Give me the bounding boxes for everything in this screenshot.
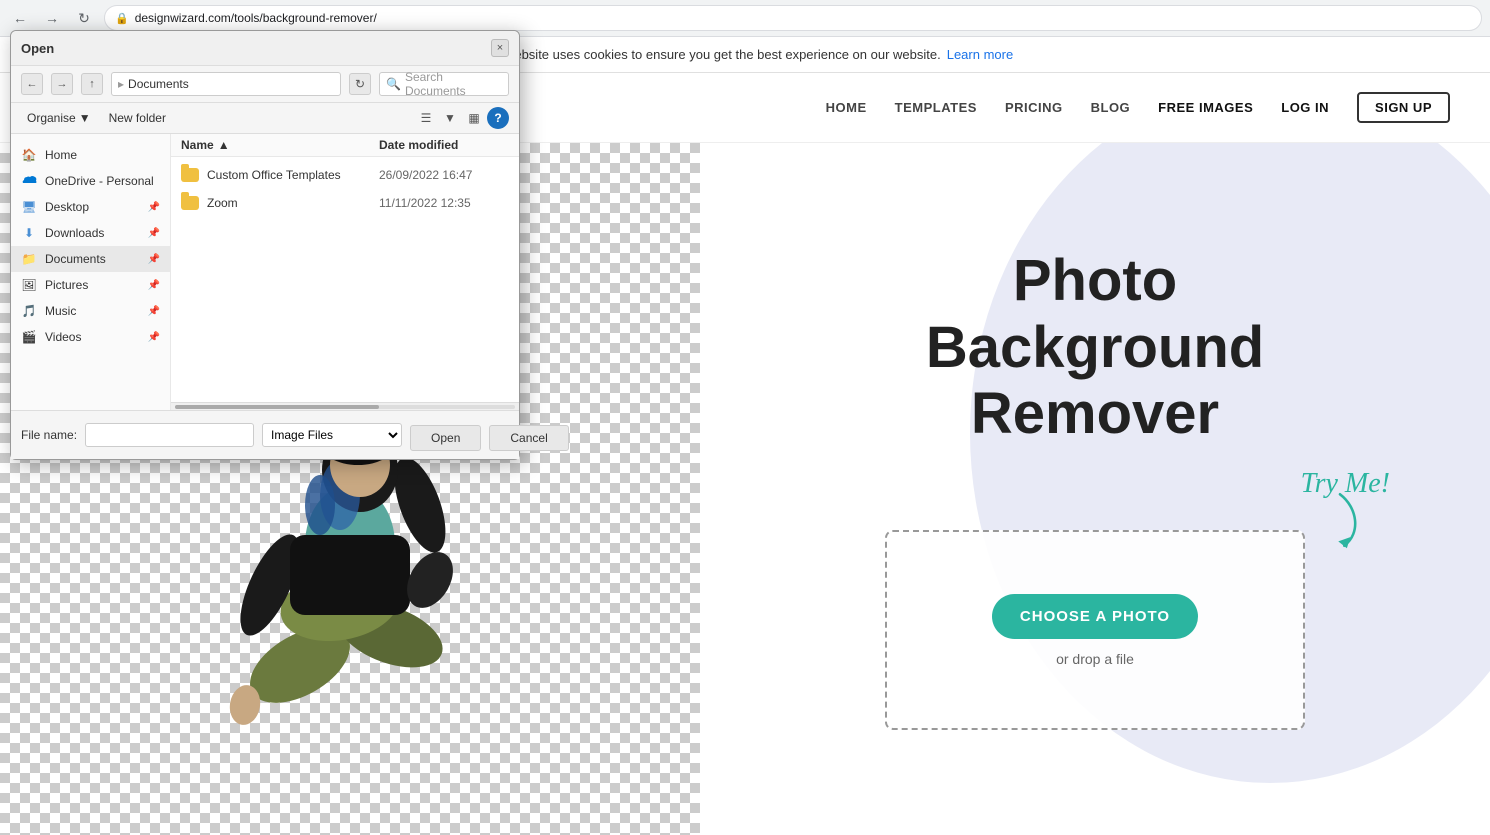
refresh-button[interactable]: ↻ <box>349 73 371 95</box>
pin-icon: 📌 <box>148 306 160 317</box>
col-name-header[interactable]: Name ▲ <box>181 138 379 152</box>
breadcrumb-documents[interactable]: Documents <box>128 77 189 91</box>
breadcrumb-separator: ▸ <box>118 77 124 91</box>
pin-icon: 📌 <box>148 202 160 213</box>
dialog-overlay: Open × ← → ↑ ▸ Documents ↻ 🔍 Search Docu… <box>0 0 1490 834</box>
sidebar-item-home[interactable]: 🏠 Home <box>11 142 170 168</box>
filetype-select[interactable]: Image Files All Files <box>262 423 402 447</box>
search-placeholder: Search Documents <box>405 70 502 98</box>
sidebar-music-label: Music <box>45 304 76 318</box>
sidebar-pictures-label: Pictures <box>45 278 88 292</box>
documents-icon: 📁 <box>21 251 37 267</box>
videos-icon: 🎬 <box>21 329 37 345</box>
view-buttons: ☰ ▼ ▦ ? <box>415 107 509 129</box>
sidebar-item-music[interactable]: 🎵 Music 📌 <box>11 298 170 324</box>
new-folder-button[interactable]: New folder <box>103 108 172 128</box>
sidebar-documents-label: Documents <box>45 252 106 266</box>
filename-label: File name: <box>21 428 77 442</box>
filename-input[interactable] <box>85 423 254 447</box>
sidebar-onedrive-label: OneDrive - Personal <box>45 174 154 188</box>
dialog-back-button[interactable]: ← <box>21 73 43 95</box>
sidebar-desktop-label: Desktop <box>45 200 89 214</box>
list-view-button[interactable]: ☰ <box>415 107 437 129</box>
dialog-close-button[interactable]: × <box>491 39 509 57</box>
pin-icon: 📌 <box>148 228 160 239</box>
horizontal-scrollbar[interactable] <box>171 402 519 410</box>
dialog-footer: File name: Image Files All Files Open Ca… <box>11 410 519 459</box>
sidebar-home-label: Home <box>45 148 77 162</box>
action-bar: Organise ▼ New folder ☰ ▼ ▦ ? <box>11 103 519 134</box>
organise-label: Organise <box>27 111 76 125</box>
file-list: Custom Office Templates 26/09/2022 16:47… <box>171 157 519 402</box>
file-date: 11/11/2022 12:35 <box>379 196 509 210</box>
dialog-toolbar: ← → ↑ ▸ Documents ↻ 🔍 Search Documents <box>11 66 519 103</box>
sidebar-item-downloads[interactable]: ⬇ Downloads 📌 <box>11 220 170 246</box>
dialog-main: Name ▲ Date modified Custom Office Templ… <box>171 134 519 410</box>
dialog-title: Open <box>21 41 54 56</box>
home-icon: 🏠 <box>21 147 37 163</box>
cancel-button[interactable]: Cancel <box>489 425 568 451</box>
open-button[interactable]: Open <box>410 425 481 451</box>
dialog-sidebar: 🏠 Home OneDrive - Personal 🖥 Desktop 📌 <box>11 134 171 410</box>
view-dropdown-button[interactable]: ▼ <box>439 107 461 129</box>
pin-icon: 📌 <box>148 280 160 291</box>
sidebar-item-videos[interactable]: 🎬 Videos 📌 <box>11 324 170 350</box>
scrollbar-track <box>175 405 515 409</box>
col-modified-header[interactable]: Date modified <box>379 138 509 152</box>
file-name: Custom Office Templates <box>207 168 371 182</box>
downloads-icon: ⬇ <box>21 225 37 241</box>
search-icon: 🔍 <box>386 77 401 91</box>
sidebar-item-documents[interactable]: 📁 Documents 📌 <box>11 246 170 272</box>
desktop-icon: 🖥 <box>21 199 37 215</box>
sidebar-item-desktop[interactable]: 🖥 Desktop 📌 <box>11 194 170 220</box>
dialog-action-buttons: Open Cancel <box>410 425 569 451</box>
preview-button[interactable]: ▦ <box>463 107 485 129</box>
breadcrumb-bar: ▸ Documents <box>111 72 341 96</box>
file-dialog: Open × ← → ↑ ▸ Documents ↻ 🔍 Search Docu… <box>10 30 520 460</box>
dialog-forward-button[interactable]: → <box>51 73 73 95</box>
pin-icon: 📌 <box>148 332 160 343</box>
file-list-header: Name ▲ Date modified <box>171 134 519 157</box>
folder-icon <box>181 166 199 184</box>
sidebar-videos-label: Videos <box>45 330 81 344</box>
folder-icon <box>181 194 199 212</box>
sidebar-item-onedrive[interactable]: OneDrive - Personal <box>11 168 170 194</box>
dialog-up-button[interactable]: ↑ <box>81 73 103 95</box>
table-row[interactable]: Custom Office Templates 26/09/2022 16:47 <box>171 161 519 189</box>
dialog-body: 🏠 Home OneDrive - Personal 🖥 Desktop 📌 <box>11 134 519 410</box>
sidebar-downloads-label: Downloads <box>45 226 104 240</box>
search-box[interactable]: 🔍 Search Documents <box>379 72 509 96</box>
organise-dropdown-icon: ▼ <box>79 111 91 125</box>
info-button[interactable]: ? <box>487 107 509 129</box>
scrollbar-thumb <box>175 405 379 409</box>
sidebar-item-pictures[interactable]: 🖼 Pictures 📌 <box>11 272 170 298</box>
onedrive-icon <box>21 173 37 189</box>
file-name: Zoom <box>207 196 371 210</box>
pin-icon: 📌 <box>148 254 160 265</box>
dialog-titlebar: Open × <box>11 31 519 66</box>
sort-icon: ▲ <box>218 138 230 152</box>
pictures-icon: 🖼 <box>21 277 37 293</box>
music-icon: 🎵 <box>21 303 37 319</box>
table-row[interactable]: Zoom 11/11/2022 12:35 <box>171 189 519 217</box>
file-date: 26/09/2022 16:47 <box>379 168 509 182</box>
organise-button[interactable]: Organise ▼ <box>21 108 97 128</box>
